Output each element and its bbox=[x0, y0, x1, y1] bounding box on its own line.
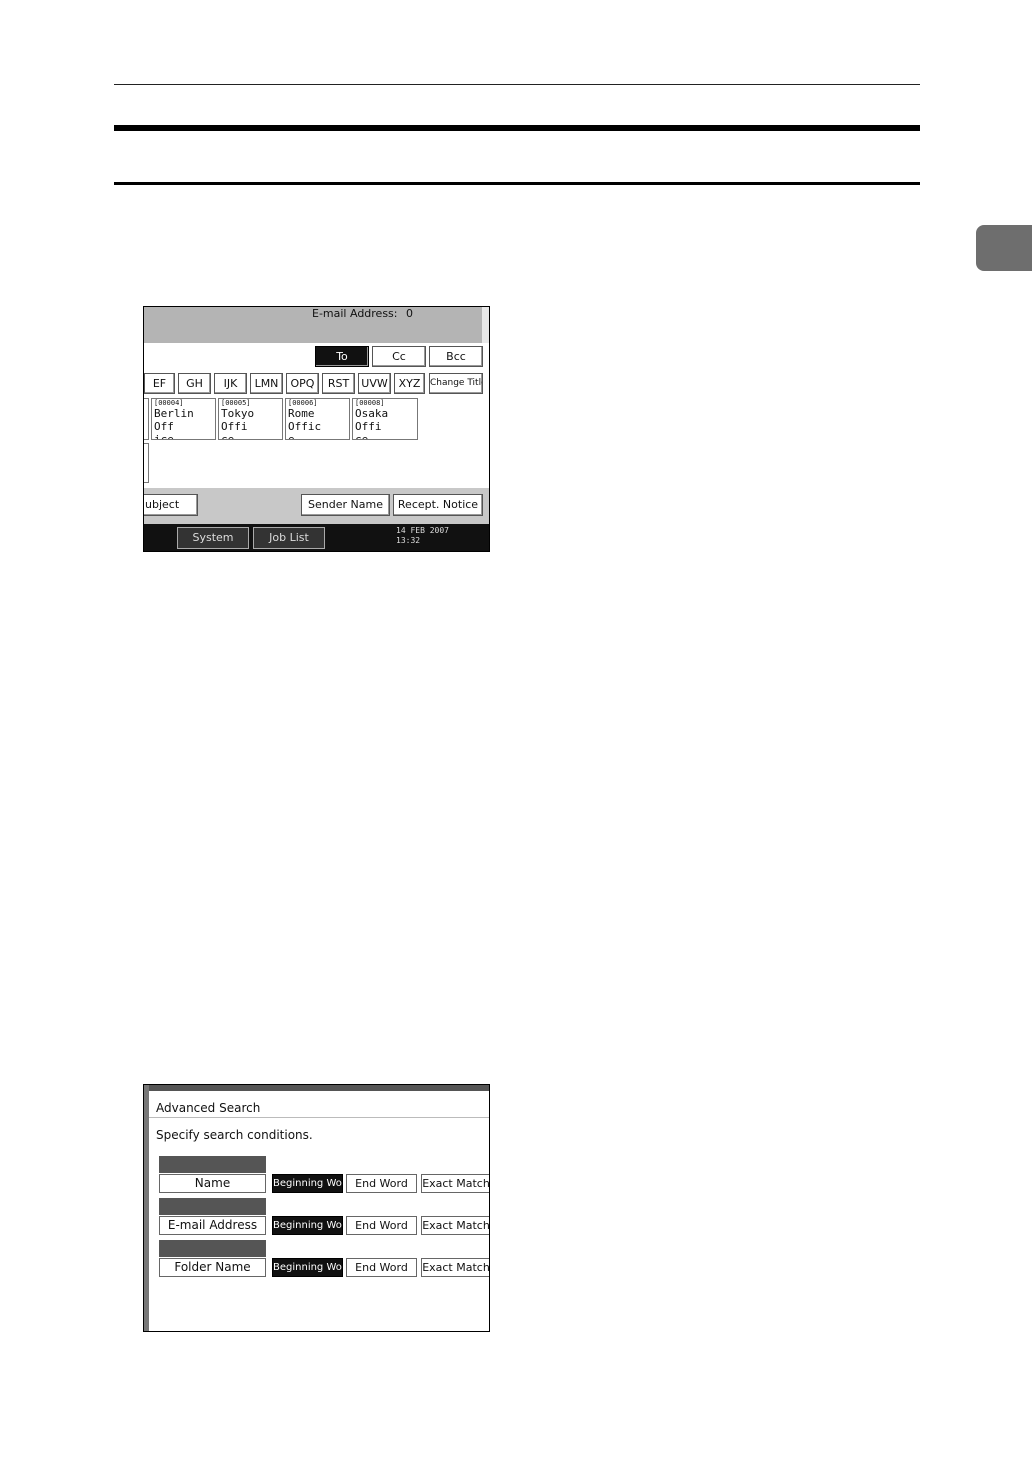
address-area-edge bbox=[482, 307, 489, 343]
name-field-button[interactable]: Name bbox=[159, 1174, 266, 1193]
status-bar: System Status Job List 14 FEB 2007 13:32 bbox=[144, 524, 489, 551]
tab-rst[interactable]: RST bbox=[322, 373, 355, 394]
entry-name-line1: Berlin Off bbox=[154, 407, 194, 433]
folder-beginning-word-button[interactable]: Beginning Word bbox=[272, 1258, 343, 1277]
entry-code: [00004] bbox=[154, 399, 184, 407]
entry-code: [00006] bbox=[288, 399, 318, 407]
name-exact-match-button[interactable]: Exact Match bbox=[421, 1174, 489, 1193]
folder-end-word-button[interactable]: End Word bbox=[346, 1258, 417, 1277]
time-text: 13:32 bbox=[396, 536, 421, 545]
tab-lmn[interactable]: LMN bbox=[250, 373, 283, 394]
email-address-label: E-mail Address: bbox=[312, 307, 398, 320]
tab-gh[interactable]: GH bbox=[178, 373, 211, 394]
section-rule-top bbox=[114, 125, 920, 131]
name-end-word-button[interactable]: End Word bbox=[346, 1174, 417, 1193]
entry-code: [00005] bbox=[221, 399, 251, 407]
cc-button[interactable]: Cc bbox=[372, 346, 426, 367]
entry-name-line2: ice bbox=[154, 433, 174, 440]
subject-button[interactable]: ubject bbox=[144, 494, 198, 516]
screen-top-bar bbox=[144, 1085, 489, 1091]
sender-name-button[interactable]: Sender Name bbox=[301, 494, 390, 516]
name-beginning-word-button[interactable]: Beginning Word bbox=[272, 1174, 343, 1193]
entry-berlin-office[interactable]: [00004] Berlin Off ice bbox=[151, 398, 216, 440]
system-status-button[interactable]: System Status bbox=[177, 527, 249, 549]
to-button[interactable]: To bbox=[315, 346, 369, 367]
entry-rome-office[interactable]: [00006] Rome Offic e bbox=[285, 398, 350, 440]
tab-opq[interactable]: OPQ bbox=[286, 373, 319, 394]
entry-tokyo-office[interactable]: [00005] Tokyo Offi ce bbox=[218, 398, 283, 440]
entry-name-line2: e bbox=[288, 433, 295, 440]
entry-code: [00008] bbox=[355, 399, 385, 407]
folder-field-button[interactable]: Folder Name bbox=[159, 1258, 266, 1277]
chapter-thumb-tab bbox=[976, 225, 1032, 271]
bcc-button[interactable]: Bcc bbox=[429, 346, 483, 367]
advanced-search-screen: Advanced Search Specify search condition… bbox=[143, 1084, 490, 1332]
entry-name-line2: ce bbox=[355, 433, 369, 440]
date-time-display: 14 FEB 2007 13:32 bbox=[396, 526, 449, 546]
entry-name-line1: Rome Offic bbox=[288, 407, 322, 433]
email-exact-match-button[interactable]: Exact Match bbox=[421, 1216, 489, 1235]
date-text: 14 FEB 2007 bbox=[396, 526, 449, 535]
entry-name-line1: Tokyo Offi bbox=[221, 407, 255, 433]
email-address-count: 0 bbox=[406, 307, 413, 320]
email-field-value[interactable] bbox=[159, 1198, 266, 1215]
folder-field-value[interactable] bbox=[159, 1240, 266, 1257]
email-field-button[interactable]: E-mail Address bbox=[159, 1216, 266, 1235]
folder-exact-match-button[interactable]: Exact Match bbox=[421, 1258, 489, 1277]
email-end-word-button[interactable]: End Word bbox=[346, 1216, 417, 1235]
entry-name-line2: ce bbox=[221, 433, 235, 440]
title-divider bbox=[149, 1117, 489, 1118]
recept-notice-button[interactable]: Recept. Notice bbox=[393, 494, 483, 516]
name-field-value[interactable] bbox=[159, 1156, 266, 1173]
section-rule-bottom bbox=[114, 182, 920, 185]
entry-name-line1: Osaka Offi bbox=[355, 407, 389, 433]
destination-screen: E-mail Address: 0 To Cc Bcc EF GH IJK LM… bbox=[143, 306, 490, 552]
change-title-button[interactable]: Change Title bbox=[429, 373, 483, 394]
tab-uvw[interactable]: UVW bbox=[358, 373, 391, 394]
tab-xyz[interactable]: XYZ bbox=[394, 373, 425, 394]
entry-partial-row2[interactable] bbox=[144, 443, 149, 483]
tab-ijk[interactable]: IJK bbox=[214, 373, 247, 394]
dialog-title: Advanced Search bbox=[156, 1101, 261, 1115]
header-rule bbox=[114, 84, 920, 85]
screen-left-bar bbox=[144, 1085, 149, 1331]
email-beginning-word-button[interactable]: Beginning Word bbox=[272, 1216, 343, 1235]
entry-osaka-office[interactable]: [00008] Osaka Offi ce bbox=[352, 398, 418, 440]
instruction-text: Specify search conditions. bbox=[156, 1128, 313, 1142]
entry-partial-left[interactable] bbox=[144, 398, 149, 440]
job-list-button[interactable]: Job List bbox=[253, 527, 325, 549]
tab-ef[interactable]: EF bbox=[144, 373, 175, 394]
